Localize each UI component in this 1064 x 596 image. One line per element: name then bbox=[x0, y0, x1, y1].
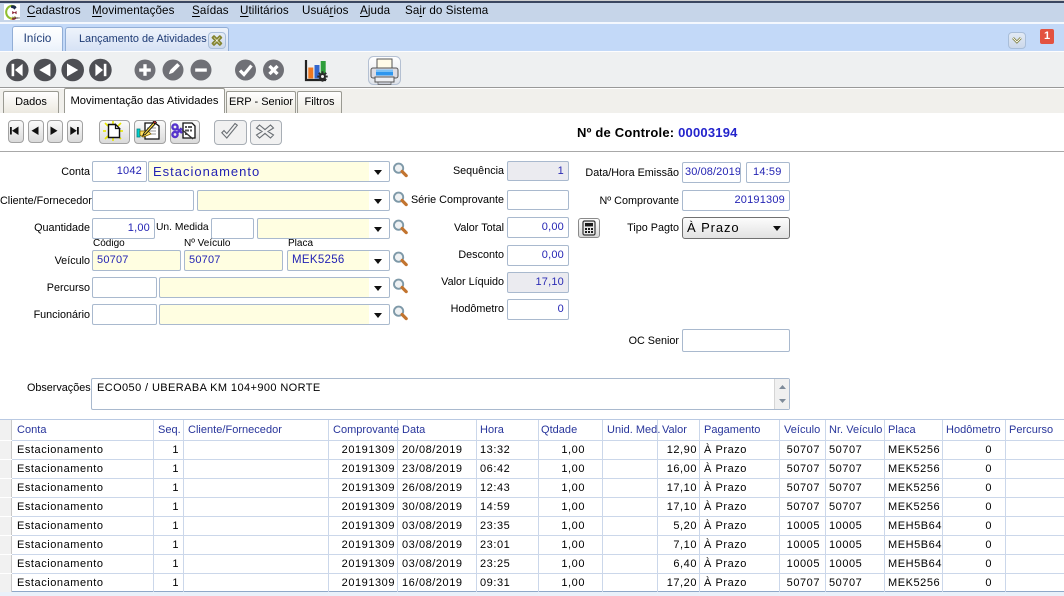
svg-text:Wav: Wav bbox=[12, 15, 20, 20]
